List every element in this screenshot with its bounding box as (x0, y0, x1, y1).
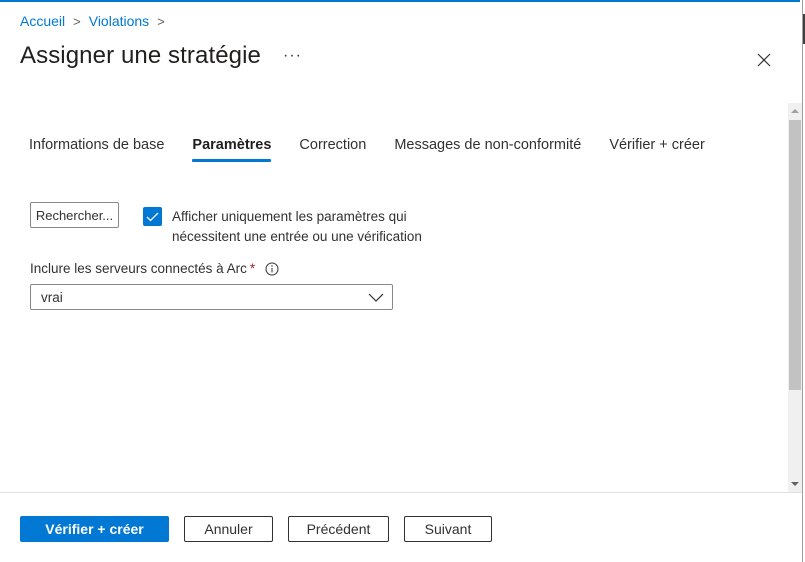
next-button[interactable]: Suivant (404, 516, 492, 542)
checkmark-icon (146, 212, 159, 221)
tab-remediation[interactable]: Correction (299, 137, 366, 161)
previous-button[interactable]: Précédent (288, 516, 389, 542)
chevron-down-icon (368, 293, 384, 302)
tab-non-compliance-messages[interactable]: Messages de non-conformité (394, 137, 581, 161)
scrollbar-thumb[interactable] (789, 120, 801, 390)
review-create-button[interactable]: Vérifier + créer (20, 516, 169, 542)
dropdown-selected-value: vrai (41, 289, 63, 305)
footer-divider (0, 492, 802, 493)
filter-checkbox-label: Afficher uniquement les paramètres qui n… (172, 209, 422, 244)
info-icon[interactable] (265, 262, 279, 276)
tab-bar: Informations de base Paramètres Correcti… (29, 137, 733, 162)
arc-field-label-row: Inclure les serveurs connectés à Arc * (30, 261, 279, 276)
required-marker: * (249, 261, 256, 276)
title-row: Assigner une stratégie ··· (20, 42, 302, 70)
more-options-button[interactable]: ··· (283, 47, 302, 65)
tab-parameters[interactable]: Paramètres (192, 137, 272, 162)
search-button[interactable]: Rechercher... (30, 202, 119, 228)
breadcrumb: Accueil > Violations > (20, 13, 173, 29)
filter-checkbox[interactable] (143, 207, 162, 226)
arc-servers-dropdown[interactable]: vrai (30, 284, 393, 310)
arc-field-label: Inclure les serveurs connectés à Arc (30, 261, 247, 276)
breadcrumb-home-link[interactable]: Accueil (20, 13, 65, 29)
chevron-right-icon: > (73, 13, 81, 29)
scroll-down-arrow-icon[interactable] (791, 482, 799, 486)
chevron-right-icon: > (157, 13, 165, 29)
tab-basics[interactable]: Informations de base (29, 137, 164, 161)
page-title: Assigner une stratégie (20, 42, 262, 69)
breadcrumb-violations-link[interactable]: Violations (89, 13, 149, 29)
cancel-button[interactable]: Annuler (184, 516, 273, 542)
top-accent-bar (0, 0, 800, 2)
vertical-scrollbar[interactable] (788, 103, 802, 492)
tab-review-create[interactable]: Vérifier + créer (609, 137, 705, 161)
scroll-up-arrow-icon[interactable] (791, 109, 799, 113)
close-button[interactable] (752, 48, 776, 72)
close-icon (757, 53, 771, 67)
